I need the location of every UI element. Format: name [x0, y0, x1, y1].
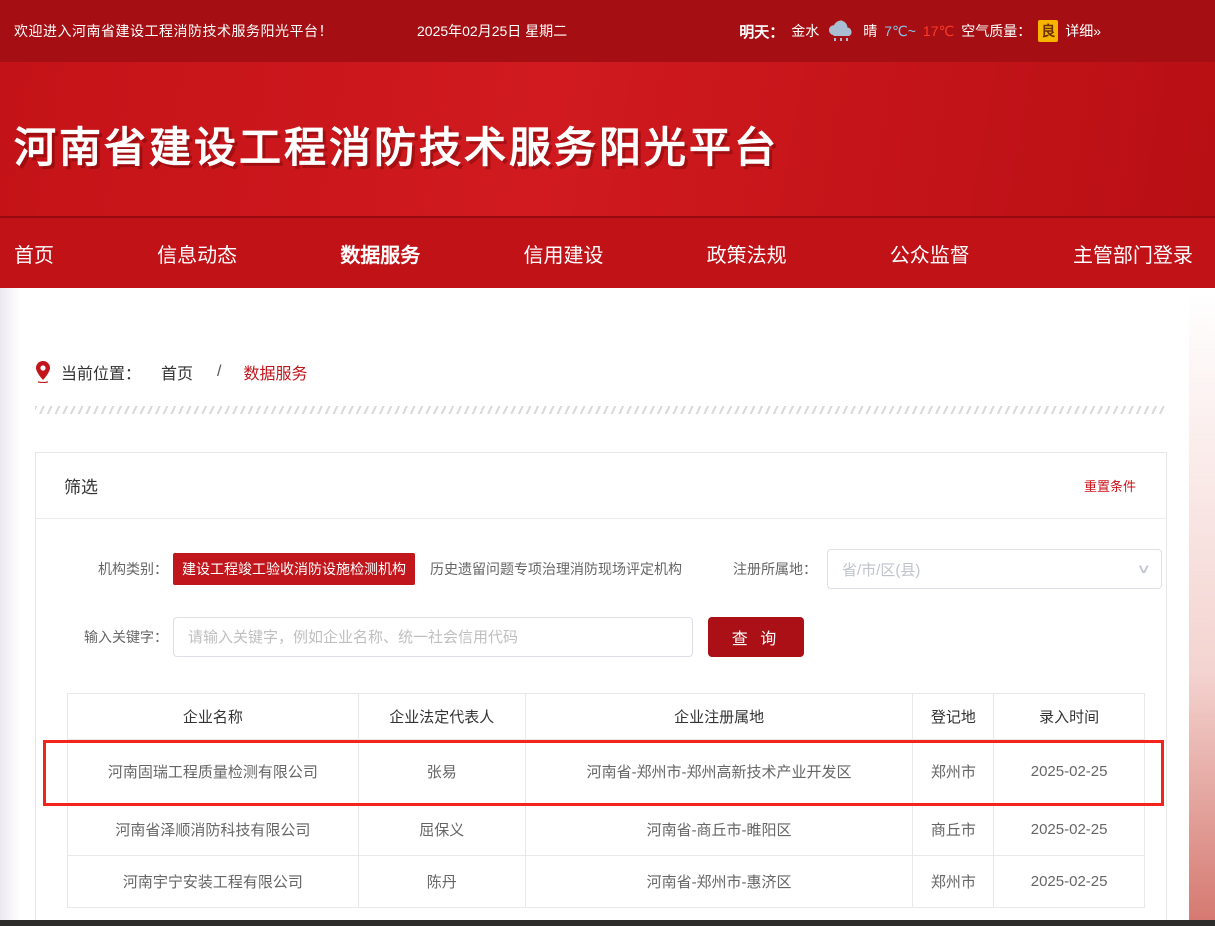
column-header: 登记地	[913, 694, 994, 740]
table-cell: 河南省泽顺消防科技有限公司	[68, 804, 359, 856]
category-option-selected[interactable]: 建设工程竣工验收消防设施检测机构	[173, 553, 415, 585]
temp-high: 17℃	[923, 23, 954, 40]
weather-widget: 明天： 金水 晴 7℃~ 17℃ 空气质量： 良 详细»	[739, 20, 1101, 42]
weather-tomorrow-label: 明天：	[739, 21, 784, 42]
reset-filters-link[interactable]: 重置条件	[1084, 476, 1136, 495]
table-cell: 2025-02-25	[994, 856, 1145, 908]
filter-body: 机构类别： 建设工程竣工验收消防设施检测机构 历史遗留问题专项治理消防现场评定机…	[36, 519, 1166, 908]
bottom-bar	[0, 920, 1215, 926]
column-header: 企业法定代表人	[358, 694, 525, 740]
nav-item-5[interactable]: 公众监督	[890, 239, 970, 268]
cloud-icon	[826, 20, 856, 42]
breadcrumb-current-link[interactable]: 数据服务	[243, 360, 307, 384]
results-table: 企业名称企业法定代表人企业注册属地登记地录入时间 河南固瑞工程质量检测有限公司张…	[67, 693, 1145, 908]
table-header-row: 企业名称企业法定代表人企业注册属地登记地录入时间	[68, 694, 1145, 740]
table-cell: 河南固瑞工程质量检测有限公司	[68, 740, 359, 804]
main-content: 当前位置： 首页 / 数据服务 筛选 重置条件 机构类别： 建设工程竣工验收消防…	[35, 360, 1167, 926]
nav-item-3[interactable]: 信用建设	[523, 239, 603, 268]
table-row: 河南宇宁安装工程有限公司陈丹河南省-郑州市-惠济区郑州市2025-02-25	[68, 856, 1145, 908]
air-quality-badge: 良	[1038, 20, 1058, 42]
keyword-input[interactable]	[173, 617, 693, 657]
table-cell: 郑州市	[913, 740, 994, 804]
table-body: 河南固瑞工程质量检测有限公司张易河南省-郑州市-郑州高新技术产业开发区郑州市20…	[68, 740, 1145, 908]
nav-item-0[interactable]: 首页	[14, 239, 54, 268]
chevron-down-icon: ∨	[1137, 561, 1152, 577]
table-cell: 陈丹	[358, 856, 525, 908]
column-header: 企业注册属地	[525, 694, 913, 740]
nav-item-2[interactable]: 数据服务	[340, 239, 420, 268]
table-cell: 屈保义	[358, 804, 525, 856]
table-cell: 2025-02-25	[994, 740, 1145, 804]
page-edge-gradient	[1189, 290, 1215, 926]
decorative-divider	[35, 406, 1167, 414]
topbar: 欢迎进入河南省建设工程消防技术服务阳光平台！ 2025年02月25日 星期二 明…	[0, 0, 1215, 62]
weather-condition: 晴	[863, 21, 877, 41]
region-label: 注册所属地：	[733, 559, 817, 579]
temp-low: 7℃~	[884, 23, 916, 40]
breadcrumb-separator: /	[217, 363, 221, 381]
main-nav: 首页 信息动态 数据服务 信用建设 政策法规 公众监督 主管部门登录	[0, 218, 1215, 288]
breadcrumb-home-link[interactable]: 首页	[161, 360, 193, 384]
filter-panel: 筛选 重置条件 机构类别： 建设工程竣工验收消防设施检测机构 历史遗留问题专项治…	[35, 452, 1167, 926]
filter-title: 筛选	[64, 473, 98, 498]
breadcrumb-label: 当前位置：	[61, 360, 141, 384]
welcome-text: 欢迎进入河南省建设工程消防技术服务阳光平台！	[14, 21, 333, 41]
table-cell: 2025-02-25	[994, 804, 1145, 856]
keyword-label: 输入关键字：	[36, 627, 168, 647]
table-cell: 郑州市	[913, 856, 994, 908]
category-option-unselected[interactable]: 历史遗留问题专项治理消防现场评定机构	[421, 553, 691, 585]
weather-detail-link[interactable]: 详细»	[1065, 21, 1101, 41]
table-row: 河南省泽顺消防科技有限公司屈保义河南省-商丘市-睢阳区商丘市2025-02-25	[68, 804, 1145, 856]
table-cell: 河南省-商丘市-睢阳区	[525, 804, 913, 856]
table-row: 河南固瑞工程质量检测有限公司张易河南省-郑州市-郑州高新技术产业开发区郑州市20…	[68, 740, 1145, 804]
search-button[interactable]: 查 询	[708, 617, 804, 657]
date-text: 2025年02月25日 星期二	[417, 21, 567, 41]
table-cell: 张易	[358, 740, 525, 804]
air-quality-label: 空气质量：	[961, 21, 1031, 41]
column-header: 录入时间	[994, 694, 1145, 740]
breadcrumb: 当前位置： 首页 / 数据服务	[35, 360, 1167, 384]
filter-header: 筛选 重置条件	[36, 453, 1166, 519]
table-cell: 河南宇宁安装工程有限公司	[68, 856, 359, 908]
region-select[interactable]: 省/市/区(县) ∨	[827, 549, 1162, 589]
table-cell: 商丘市	[913, 804, 994, 856]
category-label: 机构类别：	[36, 559, 168, 579]
nav-item-6[interactable]: 主管部门登录	[1073, 239, 1193, 268]
column-header: 企业名称	[68, 694, 359, 740]
site-banner: 河南省建设工程消防技术服务阳光平台	[0, 62, 1215, 218]
category-row: 机构类别： 建设工程竣工验收消防设施检测机构 历史遗留问题专项治理消防现场评定机…	[36, 549, 1166, 589]
location-pin-icon	[35, 361, 51, 383]
table-cell: 河南省-郑州市-郑州高新技术产业开发区	[525, 740, 913, 804]
table-cell: 河南省-郑州市-惠济区	[525, 856, 913, 908]
region-select-placeholder: 省/市/区(县)	[842, 559, 920, 580]
nav-item-1[interactable]: 信息动态	[157, 239, 237, 268]
site-title: 河南省建设工程消防技术服务阳光平台	[14, 114, 779, 175]
keyword-row: 输入关键字： 查 询	[36, 617, 1166, 657]
nav-item-4[interactable]: 政策法规	[707, 239, 787, 268]
weather-district: 金水	[791, 21, 819, 41]
